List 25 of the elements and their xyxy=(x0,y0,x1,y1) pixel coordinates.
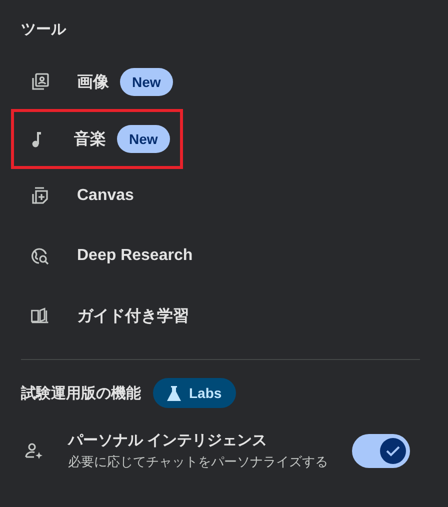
tool-item[interactable]: 画像 New xyxy=(11,52,183,112)
new-badge: New xyxy=(117,125,170,153)
feature-title: パーソナル インテリジェンス xyxy=(68,431,268,450)
labs-badge: Labs xyxy=(153,378,236,408)
check-icon xyxy=(386,445,400,457)
tool-item[interactable]: 音楽 New xyxy=(11,109,183,169)
image-stack-icon xyxy=(30,72,50,92)
section-title: ツール xyxy=(21,20,68,39)
toggle-switch[interactable] xyxy=(352,434,410,468)
tool-label: Deep Research xyxy=(77,247,193,265)
tool-label: Canvas xyxy=(77,187,134,205)
tool-label: 音楽 xyxy=(74,129,106,150)
person-sparkle-icon xyxy=(24,441,44,461)
flask-icon xyxy=(167,386,181,400)
tool-item[interactable]: ガイド付き学習 xyxy=(11,286,192,346)
feature-description: 必要に応じてチャットをパーソナライズする xyxy=(68,453,329,471)
tool-label: 画像 xyxy=(77,72,109,92)
tool-item[interactable]: Canvas xyxy=(11,166,183,226)
section-title: 試験運用版の機能 xyxy=(21,384,141,402)
tool-item[interactable]: Deep Research xyxy=(11,226,196,286)
tool-label: ガイド付き学習 xyxy=(77,306,189,326)
canvas-add-icon xyxy=(30,186,50,206)
new-badge: New xyxy=(120,68,173,96)
globe-search-icon xyxy=(30,246,50,266)
book-icon xyxy=(30,306,50,326)
